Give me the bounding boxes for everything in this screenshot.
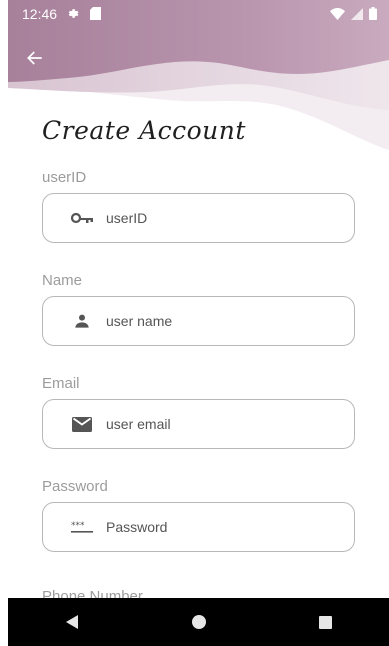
name-field[interactable] xyxy=(42,296,355,346)
system-nav-bar xyxy=(8,598,389,646)
nav-back-button[interactable] xyxy=(42,598,102,646)
create-account-screen: 12:46 Create Account userID userID Name … xyxy=(8,0,389,646)
email-label: Email xyxy=(42,375,80,392)
name-label: Name xyxy=(42,272,83,289)
nav-recents-button[interactable] xyxy=(296,598,356,646)
status-time: 12:46 xyxy=(22,5,58,22)
back-button[interactable] xyxy=(20,43,50,73)
userid-input[interactable] xyxy=(106,210,326,226)
password-field[interactable]: *** xyxy=(42,502,355,552)
recents-square-icon xyxy=(319,615,332,629)
email-field[interactable] xyxy=(42,399,355,449)
password-label: Password xyxy=(42,478,108,495)
wifi-icon xyxy=(330,7,345,20)
status-bar: 12:46 xyxy=(8,0,389,27)
password-input[interactable] xyxy=(106,519,326,535)
person-icon xyxy=(67,313,97,329)
home-circle-icon xyxy=(191,615,206,629)
email-input[interactable] xyxy=(106,416,326,432)
key-icon xyxy=(67,212,97,224)
userid-label: userID xyxy=(42,169,87,186)
battery-icon xyxy=(369,7,377,20)
name-input[interactable] xyxy=(106,313,326,329)
nav-home-button[interactable] xyxy=(169,598,229,646)
arrow-back-icon xyxy=(27,51,42,65)
mail-icon xyxy=(67,416,97,432)
password-icon: *** xyxy=(67,521,97,533)
signal-icon xyxy=(351,7,363,20)
back-triangle-icon xyxy=(65,615,78,629)
sd-card-icon xyxy=(90,7,102,20)
userid-field[interactable] xyxy=(42,193,355,243)
svg-text:***: *** xyxy=(71,521,85,531)
gear-icon xyxy=(68,9,79,18)
page-title: Create Account xyxy=(42,116,246,145)
